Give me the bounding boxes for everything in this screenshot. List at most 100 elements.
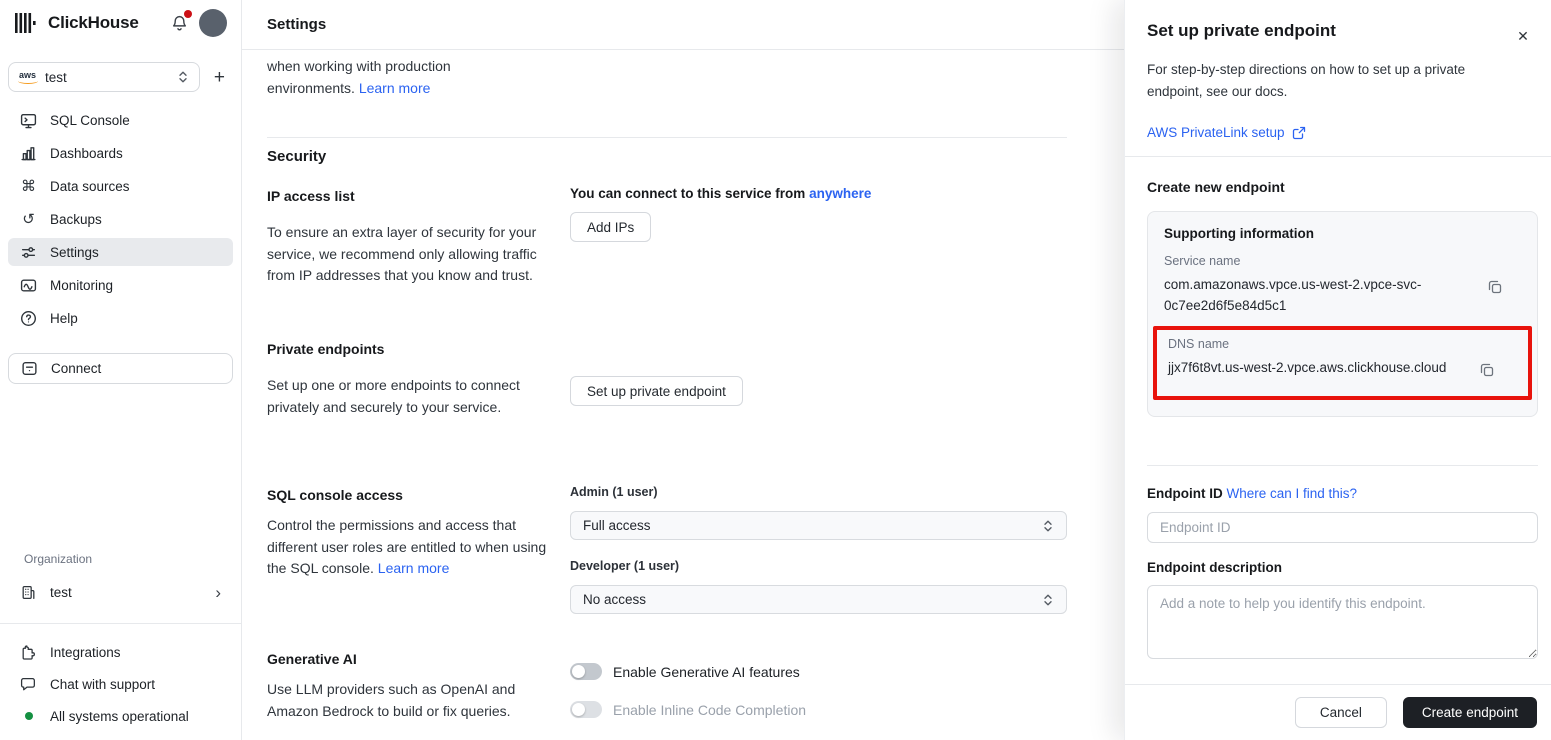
- chevron-updown-icon: [1044, 594, 1052, 605]
- organization-building-icon: [22, 585, 35, 599]
- endpoint-id-input[interactable]: [1147, 512, 1538, 543]
- sidebar-item-label: Monitoring: [50, 277, 114, 293]
- sidebar-item-dashboards[interactable]: Dashboards: [8, 139, 233, 167]
- monitoring-icon: [20, 278, 37, 292]
- sidebar-item-sql-console[interactable]: SQL Console: [8, 106, 233, 134]
- service-switcher[interactable]: aws test: [8, 62, 200, 92]
- generative-ai-toggle[interactable]: [570, 663, 602, 680]
- panel-footer: Cancel Create endpoint: [1294, 697, 1537, 728]
- sidebar-item-help[interactable]: Help: [8, 304, 233, 332]
- admin-access-select[interactable]: Full access: [570, 511, 1067, 540]
- chevron-updown-icon: [1044, 520, 1052, 531]
- panel-divider: [1125, 156, 1551, 157]
- sidebar-item-data-sources[interactable]: ⌘ Data sources: [8, 172, 233, 200]
- backups-history-icon: ↺: [22, 210, 35, 228]
- intro-text: when working with production environment…: [267, 58, 451, 96]
- sql-learn-more-link[interactable]: Learn more: [378, 560, 450, 576]
- copy-icon[interactable]: [1474, 357, 1500, 383]
- help-icon: [21, 310, 36, 326]
- generative-ai-description: Use LLM providers such as OpenAI and Ama…: [267, 681, 516, 719]
- system-status-item[interactable]: All systems operational: [8, 700, 233, 732]
- sidebar-item-label: Chat with support: [50, 676, 156, 692]
- where-can-i-find-this-link[interactable]: Where can I find this?: [1227, 486, 1358, 501]
- main-content: Settings when working with production en…: [242, 0, 1124, 740]
- settings-sliders-icon: [21, 246, 36, 258]
- panel-footer-divider: [1125, 684, 1551, 685]
- sidebar-header: ClickHouse: [0, 0, 241, 46]
- organization-name: test: [50, 584, 72, 600]
- add-ips-button[interactable]: Add IPs: [570, 212, 652, 242]
- sidebar-item-backups[interactable]: ↺ Backups: [8, 205, 233, 233]
- sidebar-item-chat-support[interactable]: Chat with support: [8, 668, 233, 700]
- endpoint-description-label: Endpoint description: [1147, 560, 1282, 575]
- admin-access-value: Full access: [583, 518, 651, 533]
- panel-inner-divider: [1147, 465, 1538, 466]
- ip-access-list-description: To ensure an extra layer of security for…: [267, 224, 537, 283]
- connect-button-label: Connect: [51, 361, 102, 376]
- security-heading: Security: [267, 148, 327, 165]
- setup-private-endpoint-button[interactable]: Set up private endpoint: [570, 376, 743, 406]
- close-icon[interactable]: ✕: [1511, 24, 1535, 48]
- sidebar-divider: [0, 623, 241, 624]
- add-service-button[interactable]: +: [214, 68, 225, 87]
- supporting-information-card: Supporting information Service name com.…: [1147, 211, 1538, 417]
- main-header: Settings: [242, 0, 1124, 50]
- privatelink-docs-link[interactable]: AWS PrivateLink setup: [1147, 125, 1306, 140]
- sidebar: ClickHouse aws test + SQL Console Dashbo…: [0, 0, 242, 740]
- service-name-value: com.amazonaws.vpce.us-west-2.vpce-svc-0c…: [1164, 277, 1422, 313]
- copy-icon[interactable]: [1482, 274, 1508, 300]
- generative-ai-toggle-label: Enable Generative AI features: [613, 663, 800, 680]
- supporting-information-title: Supporting information: [1164, 226, 1314, 241]
- notifications-bell-icon[interactable]: [167, 10, 192, 35]
- sidebar-item-monitoring[interactable]: Monitoring: [8, 271, 233, 299]
- inline-code-toggle[interactable]: [570, 701, 602, 718]
- clickhouse-logo-icon: [15, 13, 36, 33]
- connect-from-line: You can connect to this service from any…: [570, 186, 872, 201]
- endpoint-description-label-row: Endpoint description: [1147, 560, 1282, 575]
- sidebar-item-integrations[interactable]: Integrations: [8, 636, 233, 668]
- setup-private-endpoint-panel: Set up private endpoint ✕ For step-by-st…: [1124, 0, 1551, 740]
- private-endpoints-description: Set up one or more endpoints to connect …: [267, 377, 520, 415]
- dashboards-icon: [21, 146, 36, 160]
- cancel-button[interactable]: Cancel: [1294, 697, 1387, 728]
- external-link-icon: [1292, 126, 1305, 139]
- organization-item[interactable]: test ›: [8, 577, 233, 607]
- avatar[interactable]: [199, 9, 227, 37]
- generative-ai-toggle-row: Enable Generative AI features: [570, 663, 800, 680]
- brand-name: ClickHouse: [48, 13, 139, 32]
- puzzle-icon: [22, 644, 35, 660]
- ip-access-list-title: IP access list: [267, 188, 355, 204]
- notification-dot: [184, 10, 192, 18]
- inline-code-toggle-row: Enable Inline Code Completion: [570, 701, 806, 718]
- endpoint-id-label-row: Endpoint ID Where can I find this?: [1147, 486, 1357, 501]
- service-switcher-row: aws test +: [0, 46, 241, 92]
- endpoint-description-textarea[interactable]: [1147, 585, 1538, 659]
- aws-icon: aws: [17, 69, 39, 84]
- admin-role-label: Admin (1 user): [570, 485, 658, 499]
- create-endpoint-button[interactable]: Create endpoint: [1402, 697, 1537, 728]
- panel-title: Set up private endpoint: [1147, 21, 1336, 40]
- dns-name-highlight-box: DNS name jjx7f6t8vt.us-west-2.vpce.aws.c…: [1153, 326, 1532, 400]
- connect-button[interactable]: Connect: [8, 353, 233, 384]
- status-label: All systems operational: [50, 708, 189, 724]
- settings-body: when working with production environment…: [242, 50, 1124, 740]
- developer-role-label: Developer (1 user): [570, 559, 680, 573]
- chat-bubble-icon: [20, 677, 35, 690]
- dns-name-value: jjx7f6t8vt.us-west-2.vpce.aws.clickhouse…: [1168, 360, 1447, 375]
- learn-more-link[interactable]: Learn more: [359, 80, 431, 96]
- connect-icon: [22, 361, 37, 376]
- sidebar-item-label: SQL Console: [50, 112, 130, 128]
- sidebar-item-settings[interactable]: Settings: [8, 238, 233, 266]
- create-new-endpoint-heading: Create new endpoint: [1147, 179, 1285, 195]
- anywhere-link[interactable]: anywhere: [809, 186, 871, 201]
- sidebar-item-label: Settings: [50, 244, 99, 260]
- page-title: Settings: [267, 16, 327, 33]
- panel-description: For step-by-step directions on how to se…: [1147, 62, 1466, 99]
- chevron-updown-icon: [179, 71, 187, 83]
- status-green-dot-icon: [24, 712, 33, 720]
- developer-access-select[interactable]: No access: [570, 585, 1067, 614]
- sidebar-item-label: Integrations: [50, 644, 121, 660]
- service-switcher-value: test: [45, 69, 67, 85]
- sql-console-access-title: SQL console access: [267, 487, 403, 503]
- dns-name-row: jjx7f6t8vt.us-west-2.vpce.aws.clickhouse…: [1168, 357, 1518, 383]
